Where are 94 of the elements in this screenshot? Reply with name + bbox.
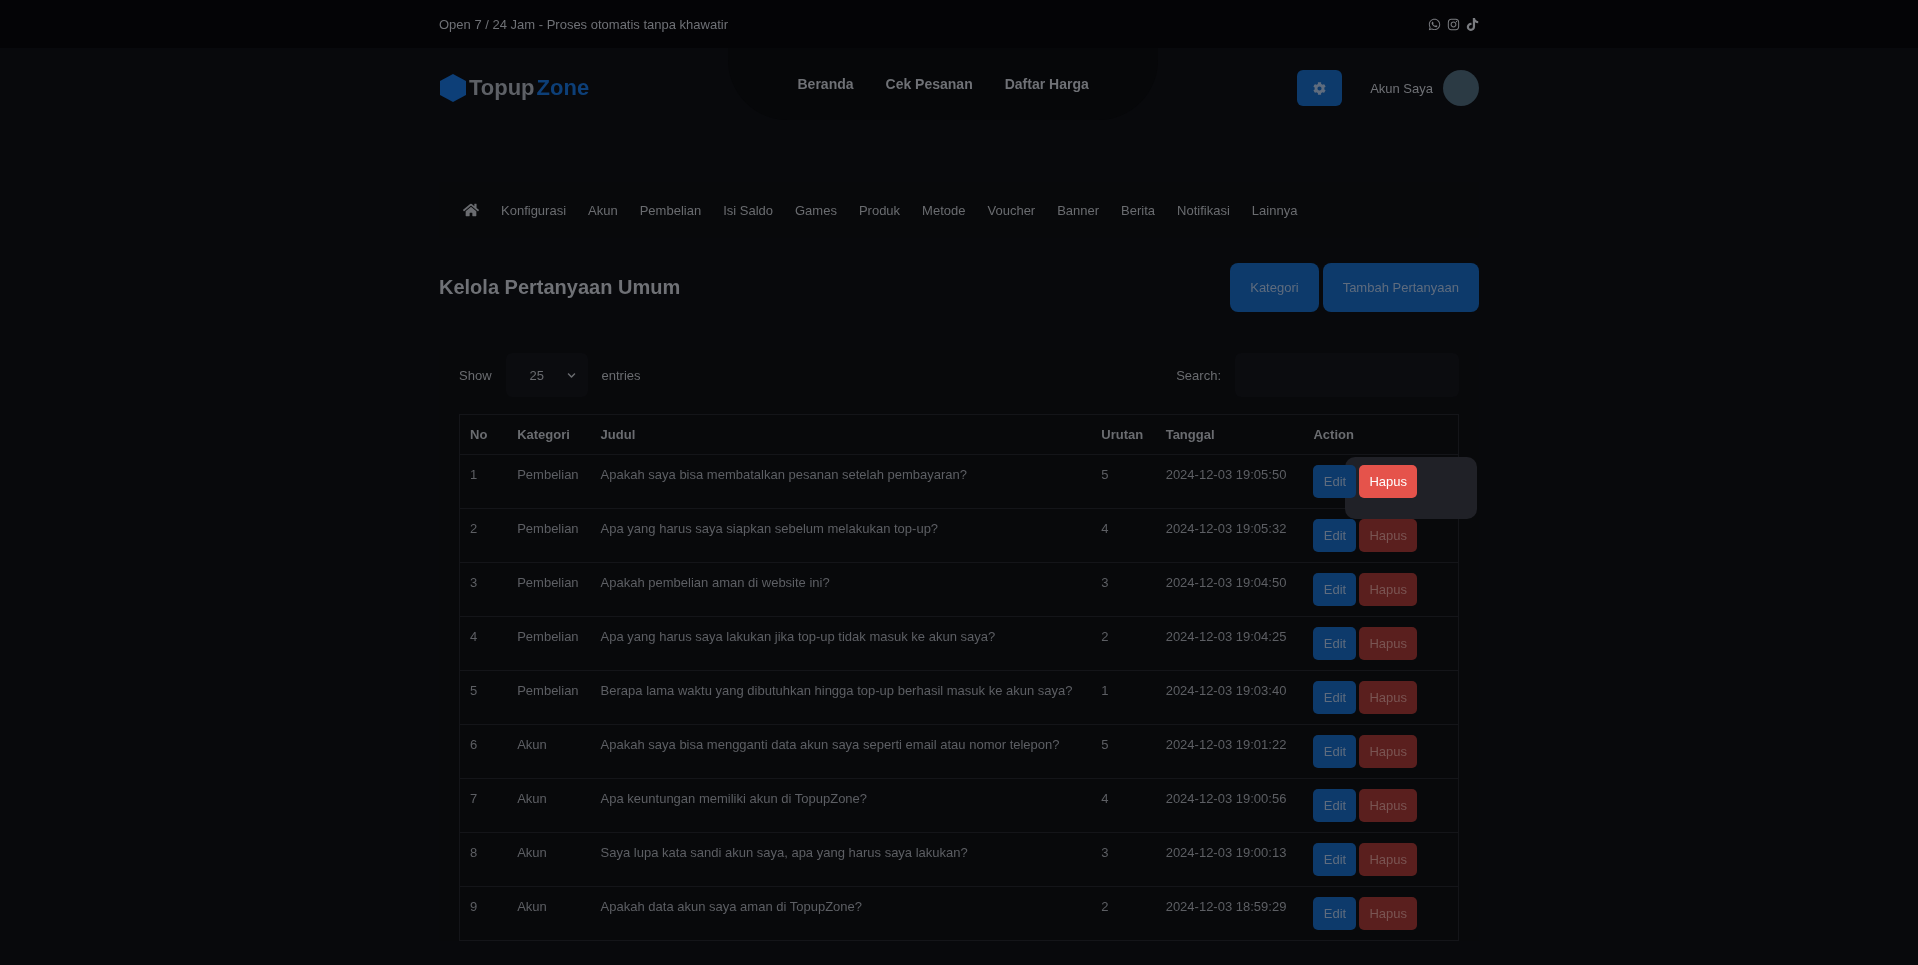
question-cell: Apa keuntungan memiliki akun di TopupZone? xyxy=(590,778,1092,833)
edit-button[interactable]: Edit xyxy=(1313,897,1357,930)
date-cell: 2024-12-03 19:03:40 xyxy=(1155,670,1304,725)
page-button[interactable]: Tambah Pertanyaan xyxy=(1322,263,1479,312)
column-header[interactable]: Action xyxy=(1303,414,1459,455)
column-header[interactable]: Urutan xyxy=(1091,414,1156,455)
row-number: 9 xyxy=(459,886,508,941)
edit-button[interactable]: Edit xyxy=(1313,465,1357,498)
admin-menu-item[interactable]: Produk xyxy=(858,202,901,218)
date-cell: 2024-12-03 19:00:56 xyxy=(1155,778,1304,833)
page-title: Kelola Pertanyaan Umum xyxy=(439,276,681,299)
category-cell: Pembelian xyxy=(507,562,591,617)
row-number: 3 xyxy=(459,562,508,617)
admin-menu-item[interactable]: Voucher xyxy=(987,202,1036,218)
instagram-icon[interactable] xyxy=(1447,17,1460,31)
nav-link[interactable]: Daftar Harga xyxy=(1004,76,1089,92)
admin-menu-item[interactable]: Berita xyxy=(1121,202,1156,218)
edit-button[interactable]: Edit xyxy=(1313,681,1357,714)
row-number: 7 xyxy=(459,778,508,833)
category-cell: Pembelian xyxy=(507,616,591,671)
search-label: Search: xyxy=(1176,367,1221,383)
admin-menu-item[interactable]: Metode xyxy=(922,202,966,218)
show-label: Show xyxy=(459,367,492,383)
logo-hexagon-icon xyxy=(439,73,467,103)
edit-button[interactable]: Edit xyxy=(1313,573,1357,606)
date-cell: 2024-12-03 19:04:25 xyxy=(1155,616,1304,671)
category-cell: Akun xyxy=(507,778,591,833)
column-header[interactable]: Judul xyxy=(590,414,1092,455)
order-cell: 5 xyxy=(1091,454,1156,509)
admin-menu-item[interactable]: Isi Saldo xyxy=(723,202,773,218)
category-cell: Pembelian xyxy=(507,670,591,725)
admin-menu-item[interactable]: Pembelian xyxy=(639,202,702,218)
date-cell: 2024-12-03 19:05:32 xyxy=(1155,508,1304,563)
category-cell: Akun xyxy=(507,724,591,779)
delete-button[interactable]: Hapus xyxy=(1359,465,1418,498)
nav-link[interactable]: Beranda xyxy=(797,76,854,92)
admin-menu-item[interactable]: Konfigurasi xyxy=(501,202,567,218)
order-cell: 4 xyxy=(1091,778,1156,833)
category-cell: Pembelian xyxy=(507,454,591,509)
question-cell: Apakah pembelian aman di website ini? xyxy=(590,562,1092,617)
nav-link[interactable]: Cek Pesanan xyxy=(885,76,973,92)
question-cell: Apakah saya bisa mengganti data akun saya seperti email atau nomor telepon? xyxy=(590,724,1092,779)
question-cell: Apakah saya bisa membatalkan pesanan setelah pembayaran? xyxy=(590,454,1092,509)
admin-menu-item[interactable]: Banner xyxy=(1057,202,1100,218)
order-cell: 5 xyxy=(1091,724,1156,779)
order-cell: 2 xyxy=(1091,886,1156,941)
page-button[interactable]: Kategori xyxy=(1230,263,1319,312)
order-cell: 3 xyxy=(1091,562,1156,617)
tiktok-icon[interactable] xyxy=(1466,17,1479,31)
date-cell: 2024-12-03 19:01:22 xyxy=(1155,724,1304,779)
settings-button[interactable] xyxy=(1297,70,1343,106)
admin-menu-item[interactable]: Lainnya xyxy=(1251,202,1298,218)
category-cell: Pembelian xyxy=(507,508,591,563)
home-icon[interactable] xyxy=(463,202,479,218)
question-cell: Apakah data akun saya aman di TopupZone? xyxy=(590,886,1092,941)
edit-button[interactable]: Edit xyxy=(1313,843,1357,876)
order-cell: 4 xyxy=(1091,508,1156,563)
category-cell: Akun xyxy=(507,886,591,941)
page-size-select[interactable]: 25 xyxy=(505,353,588,397)
edit-button[interactable]: Edit xyxy=(1313,735,1357,768)
account-link[interactable]: Akun Saya xyxy=(1370,80,1433,96)
row-number: 8 xyxy=(459,832,508,887)
edit-button[interactable]: Edit xyxy=(1313,519,1357,552)
date-cell: 2024-12-03 19:00:13 xyxy=(1155,832,1304,887)
chevron-icon xyxy=(566,370,576,380)
gear-icon xyxy=(1313,81,1327,95)
question-cell: Saya lupa kata sandi akun saya, apa yang harus saya lakukan? xyxy=(590,832,1092,887)
entries-label: entries xyxy=(601,367,641,383)
date-cell: 2024-12-03 19:05:50 xyxy=(1155,454,1304,509)
column-header[interactable]: No xyxy=(459,414,508,455)
admin-menu-item[interactable]: Akun xyxy=(588,202,618,218)
question-cell: Apa yang harus saya siapkan sebelum melakukan top-up? xyxy=(590,508,1092,563)
row-number: 4 xyxy=(459,616,508,671)
question-cell: Berapa lama waktu yang dibutuhkan hingga top-up berhasil masuk ke akun saya? xyxy=(590,670,1092,725)
order-cell: 1 xyxy=(1091,670,1156,725)
row-number: 5 xyxy=(459,670,508,725)
date-cell: 2024-12-03 18:59:29 xyxy=(1155,886,1304,941)
row-number: 6 xyxy=(459,724,508,779)
question-cell: Apa yang harus saya lakukan jika top-up tidak masuk ke akun saya? xyxy=(590,616,1092,671)
row-number: 2 xyxy=(459,508,508,563)
column-header[interactable]: Kategori xyxy=(507,414,591,455)
date-cell: 2024-12-03 19:04:50 xyxy=(1155,562,1304,617)
whatsapp-icon[interactable] xyxy=(1428,17,1441,31)
order-cell: 2 xyxy=(1091,616,1156,671)
tagline: Open 7 / 24 Jam - Proses otomatis tanpa khawatir xyxy=(439,16,729,32)
row-number: 1 xyxy=(459,454,508,509)
admin-menu-item[interactable]: Games xyxy=(795,202,837,218)
admin-menu-item[interactable]: Notifikasi xyxy=(1177,202,1230,218)
logo[interactable]: TopupZone xyxy=(439,73,590,103)
edit-button[interactable]: Edit xyxy=(1313,627,1357,660)
category-cell: Akun xyxy=(507,832,591,887)
edit-button[interactable]: Edit xyxy=(1313,789,1357,822)
order-cell: 3 xyxy=(1091,832,1156,887)
column-header[interactable]: Tanggal xyxy=(1155,414,1304,455)
